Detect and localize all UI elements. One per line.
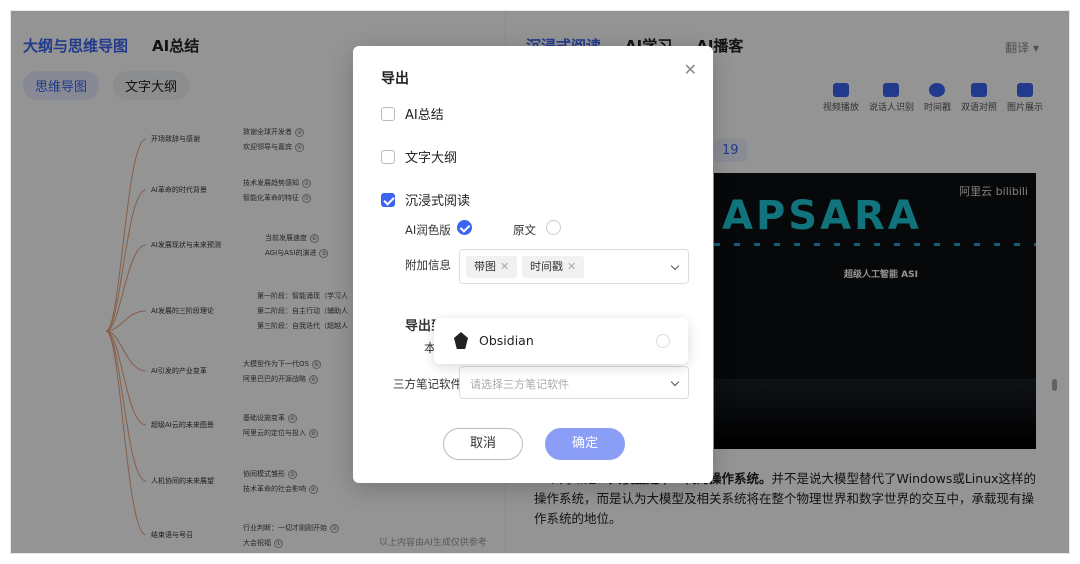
checkbox-checked-icon <box>381 192 395 207</box>
third-party-label: 三方笔记软件 <box>393 377 462 391</box>
option-immersive-reading[interactable]: 沉浸式阅读 <box>381 190 470 209</box>
option-text-outline[interactable]: 文字大纲 <box>381 147 457 166</box>
export-dialog: 导出 ✕ AI总结 文字大纲 沉浸式阅读 AI润色版 原文 附加信息 带图 ✕ 时… <box>353 46 713 483</box>
dialog-title: 导出 <box>381 71 409 87</box>
dropdown-option-obsidian[interactable]: Obsidian <box>479 333 534 348</box>
tag-timestamp[interactable]: 时间戳 ✕ <box>522 256 585 278</box>
checkbox-icon <box>381 106 395 121</box>
tag-remove-icon[interactable]: ✕ <box>500 260 509 273</box>
close-icon[interactable]: ✕ <box>684 60 697 79</box>
radio-ai-polished[interactable] <box>457 220 472 235</box>
chevron-down-icon <box>670 377 680 386</box>
obsidian-icon <box>454 332 468 349</box>
third-party-select[interactable]: 请选择三方笔记软件 <box>459 366 689 399</box>
tag-with-image[interactable]: 带图 ✕ <box>466 256 518 278</box>
option-ai-summary[interactable]: AI总结 <box>381 104 444 123</box>
option-label: AI总结 <box>405 108 444 123</box>
notes-app-dropdown: Obsidian <box>434 318 688 364</box>
radio-original[interactable] <box>546 220 561 235</box>
tag-remove-icon[interactable]: ✕ <box>567 260 576 273</box>
chevron-down-icon <box>670 261 680 270</box>
confirm-button[interactable]: 确定 <box>545 428 625 460</box>
select-placeholder: 请选择三方笔记软件 <box>470 378 569 391</box>
tag-label: 时间戳 <box>530 260 563 273</box>
style-orig-label: 原文 <box>513 223 536 237</box>
extra-info-label: 附加信息 <box>405 258 451 272</box>
option-radio[interactable] <box>656 334 670 348</box>
option-label: 文字大纲 <box>405 151 458 166</box>
checkbox-icon <box>381 149 395 164</box>
style-ai-label: AI润色版 <box>405 223 451 237</box>
cancel-button[interactable]: 取消 <box>443 428 523 460</box>
option-label: 沉浸式阅读 <box>405 194 471 209</box>
tag-label: 带图 <box>474 260 496 273</box>
extra-info-select[interactable]: 带图 ✕ 时间戳 ✕ <box>459 249 689 284</box>
